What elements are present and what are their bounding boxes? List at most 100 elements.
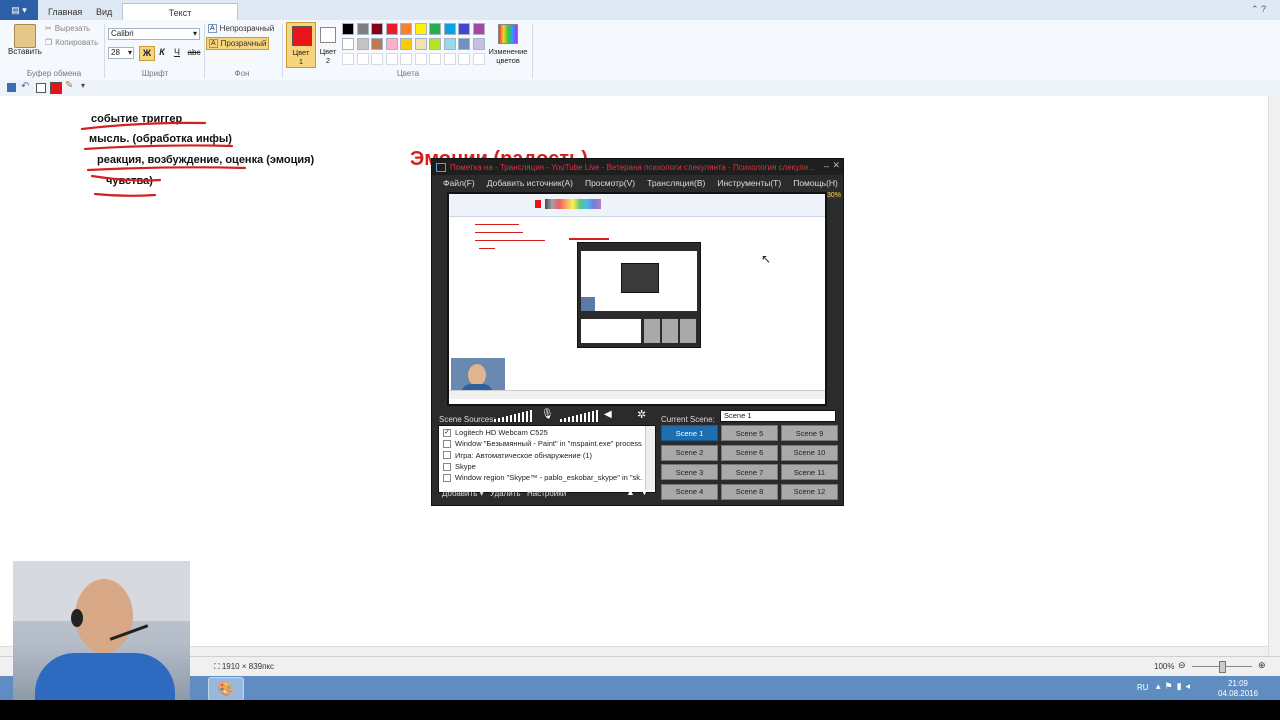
zoom-in-icon[interactable]: ⊕ <box>1258 660 1266 671</box>
edit-colors-button[interactable]: Изменение цветов <box>486 47 530 65</box>
custom-swatch[interactable] <box>414 53 427 65</box>
scene-button[interactable]: Scene 9 <box>781 425 838 441</box>
palette-swatch[interactable] <box>472 23 485 35</box>
palette-swatch[interactable] <box>429 23 441 35</box>
paste-icon[interactable] <box>14 24 36 48</box>
vertical-scrollbar[interactable] <box>1268 96 1280 656</box>
obs-menu-file[interactable]: Файл(F) <box>443 178 475 188</box>
palette-swatch[interactable] <box>429 38 441 50</box>
save-icon[interactable] <box>7 83 16 92</box>
add-source-button[interactable]: Добавить ▾ <box>442 489 484 498</box>
file-menu-button[interactable]: ▤ ▾ <box>0 0 38 20</box>
sources-scrollbar[interactable] <box>645 426 655 490</box>
select-icon[interactable] <box>36 83 46 93</box>
obs-menu-tools[interactable]: Инструменты(T) <box>717 178 781 188</box>
help-icon[interactable]: ⌃ ? <box>1251 4 1266 15</box>
obs-menu-view[interactable]: Просмотр(V) <box>585 178 635 188</box>
scene-button[interactable]: Scene 8 <box>721 483 778 500</box>
source-checkbox[interactable] <box>443 462 451 471</box>
palette-swatch[interactable] <box>443 38 456 50</box>
custom-swatch[interactable] <box>443 53 456 65</box>
custom-swatch[interactable] <box>429 53 441 65</box>
source-settings-button[interactable]: Настройки <box>527 489 566 498</box>
source-item[interactable]: Window region "Skype™ - pablo_eskobar_sk… <box>439 472 643 483</box>
horizontal-scrollbar[interactable] <box>0 646 1268 656</box>
palette-swatch[interactable] <box>458 23 470 35</box>
palette-swatch[interactable] <box>342 23 354 35</box>
minimize-icon[interactable]: – <box>824 161 829 171</box>
color-wheel-icon[interactable] <box>498 24 518 44</box>
obs-menu-add-source[interactable]: Добавить источник(A) <box>487 178 573 188</box>
palette-swatch[interactable] <box>443 23 456 35</box>
palette-swatch[interactable] <box>342 38 354 50</box>
scene-button[interactable]: Scene 10 <box>781 444 838 461</box>
font-family-select[interactable]: Calibri ▾ <box>108 28 200 40</box>
gear-icon[interactable]: ✲ <box>637 408 646 421</box>
tray-icons[interactable]: ▴⚑▮◂ <box>1156 681 1194 692</box>
clock[interactable]: 21:09 04.08.2016 <box>1218 679 1258 699</box>
tab-text[interactable]: Текст <box>122 3 238 21</box>
move-up-icon[interactable]: ▲ <box>626 487 635 497</box>
cut-button[interactable]: ✂ Вырезать <box>45 24 90 33</box>
palette-swatch[interactable] <box>385 23 398 35</box>
microphone-icon[interactable]: 🎙 <box>541 409 554 420</box>
source-checkbox[interactable]: ✓ <box>443 428 451 437</box>
scene-button[interactable]: Scene 7 <box>721 464 778 480</box>
palette-swatch[interactable] <box>400 38 412 50</box>
source-item[interactable]: Skype <box>439 461 643 472</box>
obs-menu-broadcast[interactable]: Трансляция(B) <box>647 178 705 188</box>
strikethrough-button[interactable]: abc <box>186 46 202 59</box>
scene-button[interactable]: Scene 3 <box>661 464 718 480</box>
source-checkbox[interactable] <box>443 451 451 460</box>
palette-swatch[interactable] <box>414 38 427 50</box>
palette-swatch[interactable] <box>414 23 427 35</box>
copy-button[interactable]: ❐ Копировать <box>45 38 98 47</box>
zoom-slider-thumb[interactable] <box>1219 661 1226 673</box>
custom-swatch[interactable] <box>472 53 485 65</box>
tab-home[interactable]: Главная <box>40 3 90 20</box>
source-checkbox[interactable] <box>443 473 451 482</box>
transparent-button[interactable]: A Прозрачный <box>206 37 270 50</box>
scene-button[interactable]: Scene 11 <box>781 464 838 480</box>
color2-button[interactable]: Цвет 2 <box>316 22 340 66</box>
fill-color-icon[interactable] <box>50 82 62 94</box>
font-size-select[interactable]: 28 ▾ <box>108 47 134 59</box>
speaker-icon[interactable]: ◀ <box>604 409 612 420</box>
paint-taskbar-icon[interactable]: 🎨 <box>208 677 244 701</box>
palette-swatch[interactable] <box>356 38 369 50</box>
custom-swatch[interactable] <box>371 53 383 65</box>
palette-swatch[interactable] <box>458 38 470 50</box>
opaque-button[interactable]: A Непрозрачный <box>208 24 274 33</box>
scene-button[interactable]: Scene 6 <box>721 444 778 461</box>
current-scene-input[interactable]: Scene 1 <box>720 410 836 422</box>
pencil-icon[interactable]: ✎ <box>65 80 73 91</box>
palette-swatch[interactable] <box>371 38 383 50</box>
source-item[interactable]: ✓ Logitech HD Webcam C525 <box>439 427 643 438</box>
source-item[interactable]: Window "Безымянный - Paint" in "mspaint.… <box>439 438 643 449</box>
underline-button[interactable]: Ч <box>171 46 183 59</box>
custom-swatch[interactable] <box>385 53 398 65</box>
bold-button[interactable]: Ж <box>139 46 155 61</box>
tab-view[interactable]: Вид <box>88 3 120 20</box>
scene-button[interactable]: Scene 12 <box>781 483 838 500</box>
source-checkbox[interactable] <box>443 439 451 448</box>
move-down-icon[interactable]: ▼ <box>640 487 649 497</box>
obs-menu-help[interactable]: Помощь(H) <box>793 178 838 188</box>
remove-source-button[interactable]: Удалить <box>490 489 521 498</box>
chevron-down-icon[interactable]: ▾ <box>81 81 85 90</box>
scene-button[interactable]: Scene 2 <box>661 444 718 461</box>
scene-button[interactable]: Scene 1 <box>661 425 718 441</box>
close-icon[interactable]: ✕ <box>832 160 840 171</box>
palette-swatch[interactable] <box>356 23 369 35</box>
palette-swatch[interactable] <box>400 23 412 35</box>
custom-swatch[interactable] <box>458 53 470 65</box>
palette-swatch[interactable] <box>371 23 383 35</box>
palette-swatch[interactable] <box>472 38 485 50</box>
paste-button[interactable]: Вставить <box>8 47 42 56</box>
scene-button[interactable]: Scene 5 <box>721 425 778 441</box>
obs-preview[interactable]: ↖ <box>447 192 827 406</box>
scene-button[interactable]: Scene 4 <box>661 483 718 500</box>
palette-swatch[interactable] <box>385 38 398 50</box>
color1-button[interactable]: Цвет 1 <box>286 22 316 68</box>
zoom-out-icon[interactable]: ⊖ <box>1178 660 1186 671</box>
